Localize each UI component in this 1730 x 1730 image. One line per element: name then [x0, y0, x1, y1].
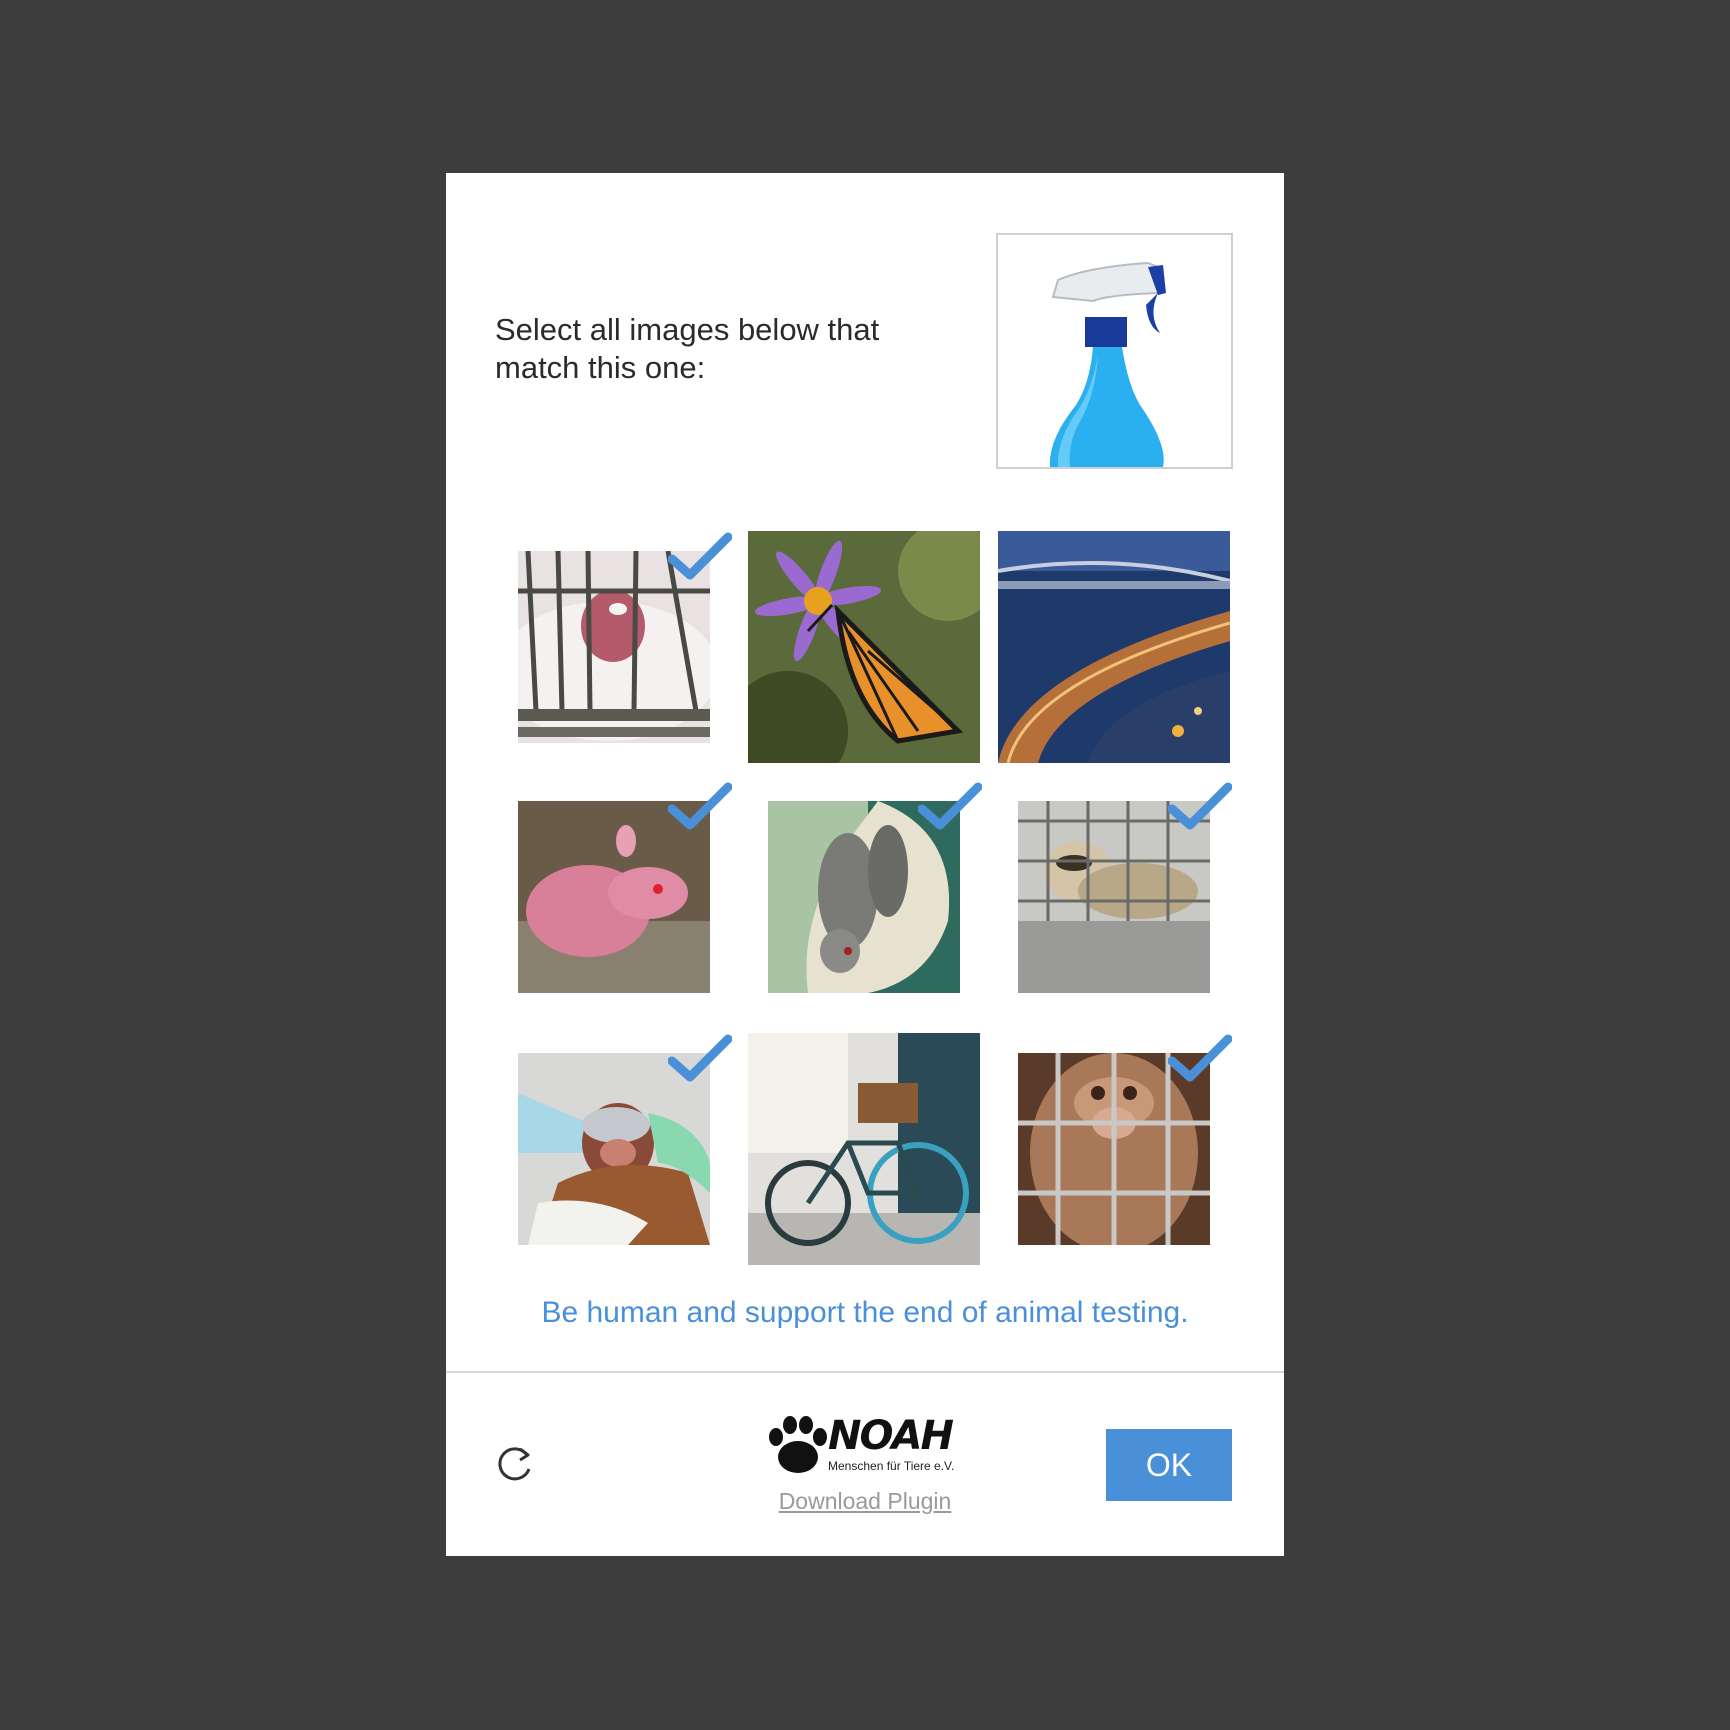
spray-bottle-icon: [998, 235, 1231, 467]
checkmark-icon: [668, 532, 732, 580]
tagline-text: Be human and support the end of animal t…: [541, 1296, 1189, 1329]
captcha-tile-4[interactable]: [518, 782, 732, 993]
reference-image: [996, 233, 1233, 469]
butterfly-image: [748, 531, 980, 763]
checkmark-icon: [668, 1034, 732, 1082]
refresh-icon: [498, 1447, 531, 1481]
refresh-button[interactable]: [494, 1443, 536, 1485]
captcha-tile-3[interactable]: [998, 531, 1230, 763]
bridge-highway-image: [998, 531, 1230, 763]
noah-logo: NOAH Menschen für Tiere e.V.: [766, 1413, 966, 1483]
paw-icon: [769, 1416, 827, 1473]
captcha-tile-8[interactable]: [748, 1033, 980, 1265]
checkmark-icon: [918, 782, 982, 830]
captcha-tile-6[interactable]: [1018, 782, 1232, 993]
bicycle-image: [748, 1033, 980, 1265]
checkmark-icon: [1168, 1034, 1232, 1082]
captcha-tile-9[interactable]: [1018, 1034, 1232, 1245]
logo-wordmark: NOAH: [828, 1413, 954, 1459]
checkmark-icon: [668, 782, 732, 830]
captcha-tile-7[interactable]: [518, 1034, 732, 1245]
checkmark-icon: [1168, 782, 1232, 830]
ok-button[interactable]: OK: [1106, 1429, 1232, 1501]
footer-divider: [446, 1371, 1284, 1373]
captcha-tile-5[interactable]: [768, 782, 982, 993]
captcha-tile-1[interactable]: [518, 532, 732, 743]
instruction-text: Select all images below that match this …: [495, 312, 880, 385]
logo-subtitle: Menschen für Tiere e.V.: [828, 1459, 955, 1473]
captcha-dialog: Select all images below that match this …: [446, 173, 1284, 1556]
captcha-tile-2[interactable]: [748, 531, 980, 763]
